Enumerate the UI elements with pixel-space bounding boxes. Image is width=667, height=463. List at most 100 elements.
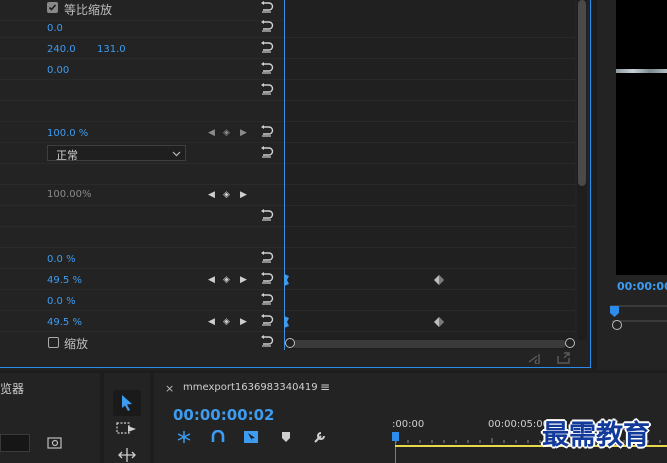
reset-icon[interactable] bbox=[259, 250, 275, 264]
wrench-icon[interactable] bbox=[312, 429, 328, 445]
keyframe-diamond[interactable] bbox=[434, 275, 444, 285]
row-empty-2 bbox=[0, 164, 284, 185]
program-zoom-handle[interactable] bbox=[612, 320, 622, 330]
crop-left-value[interactable]: 0.0 % bbox=[47, 254, 76, 266]
sequence-timecode[interactable]: 00:00:00:02 bbox=[173, 406, 275, 424]
crop-top-value[interactable]: 49.5 % bbox=[47, 275, 82, 287]
export-icon[interactable] bbox=[556, 352, 572, 364]
nest-sequence-icon[interactable] bbox=[176, 430, 192, 444]
position-x-value[interactable]: 240.0 bbox=[47, 44, 76, 56]
horizontal-zoom-bar[interactable] bbox=[292, 340, 566, 348]
panel-menu-icon[interactable]: ≡ bbox=[320, 380, 330, 394]
reset-icon[interactable] bbox=[259, 208, 275, 222]
reset-icon[interactable] bbox=[259, 292, 275, 306]
uniform-scale-label: 等比缩放 bbox=[64, 3, 113, 17]
scale-checkbox[interactable] bbox=[48, 337, 59, 348]
vertical-scrollbar-thumb[interactable] bbox=[578, 0, 586, 186]
search-folder-icon[interactable] bbox=[47, 436, 63, 450]
keyframe-diamond[interactable] bbox=[434, 317, 444, 327]
keyframe-start-marker[interactable] bbox=[284, 316, 290, 328]
timeline-row bbox=[285, 80, 575, 101]
project-search-input[interactable] bbox=[0, 434, 30, 452]
prev-keyframe-icon[interactable]: ◀ bbox=[208, 190, 215, 200]
zoom-handle-right[interactable] bbox=[565, 338, 575, 348]
reset-icon[interactable] bbox=[259, 124, 275, 138]
timeline-row bbox=[285, 290, 575, 311]
row-crop-bottom: 49.5 % ◀ ◈ ▶ bbox=[0, 311, 284, 332]
timeline-row bbox=[285, 164, 575, 185]
program-video-frame bbox=[616, 0, 667, 275]
timeline-row bbox=[285, 269, 575, 290]
ripple-edit-tool-icon[interactable] bbox=[116, 447, 138, 463]
blend-mode-select[interactable]: 正常 bbox=[47, 145, 186, 162]
add-marker-icon[interactable] bbox=[280, 430, 292, 444]
watermark-logo: 最需教育 bbox=[542, 420, 650, 451]
row-opacity: 100.0 % ◀ ◈ ▶ bbox=[0, 122, 284, 143]
audio-icon[interactable] bbox=[528, 352, 544, 364]
row-rotation: 0.00 bbox=[0, 59, 284, 80]
blend-mode-value: 正常 bbox=[56, 149, 78, 162]
reset-icon[interactable] bbox=[259, 40, 275, 54]
position-y-value[interactable]: 131.0 bbox=[97, 44, 126, 56]
close-tab-icon[interactable]: × bbox=[165, 382, 174, 395]
video-strip bbox=[616, 69, 667, 73]
anchor-x-value[interactable]: 0.0 bbox=[47, 23, 63, 35]
reset-icon[interactable] bbox=[259, 271, 275, 285]
row-empty-1 bbox=[0, 80, 284, 101]
next-keyframe-icon[interactable]: ▶ bbox=[240, 190, 247, 200]
row-crop-top: 49.5 % ◀ ◈ ▶ bbox=[0, 269, 284, 290]
next-keyframe-icon[interactable]: ▶ bbox=[240, 317, 247, 327]
timeline-row bbox=[285, 227, 575, 248]
track-select-tool-icon[interactable] bbox=[116, 421, 138, 437]
keyframe-start-marker[interactable] bbox=[284, 274, 290, 286]
program-timecode[interactable]: 00:00:00 bbox=[617, 280, 667, 293]
row-empty-3 bbox=[0, 206, 284, 227]
row-speed: 100.00% ◀ ◈ ▶ bbox=[0, 185, 284, 206]
row-section-opacity bbox=[0, 101, 284, 122]
prev-keyframe-icon[interactable]: ◀ bbox=[208, 128, 215, 138]
next-keyframe-icon[interactable]: ▶ bbox=[240, 275, 247, 285]
add-keyframe-icon[interactable]: ◈ bbox=[223, 128, 230, 138]
selection-tool-icon[interactable] bbox=[118, 393, 136, 413]
row-section-crop bbox=[0, 227, 284, 248]
reset-icon[interactable] bbox=[259, 313, 275, 327]
next-keyframe-icon[interactable]: ▶ bbox=[240, 128, 247, 138]
add-keyframe-icon[interactable]: ◈ bbox=[223, 275, 230, 285]
rotation-value[interactable]: 0.00 bbox=[47, 65, 69, 77]
chevron-down-icon bbox=[172, 151, 181, 157]
row-scale: 缩放 bbox=[0, 332, 284, 353]
project-panel-title[interactable]: 览器 bbox=[0, 380, 24, 397]
reset-icon[interactable] bbox=[259, 61, 275, 75]
timeline-row bbox=[285, 206, 575, 227]
crop-right-value[interactable]: 0.0 % bbox=[47, 296, 76, 308]
prev-keyframe-icon[interactable]: ◀ bbox=[208, 317, 215, 327]
row-position: 240.0 131.0 bbox=[0, 38, 284, 59]
reset-icon[interactable] bbox=[259, 145, 275, 159]
reset-icon[interactable] bbox=[259, 19, 275, 33]
timeline-row bbox=[285, 17, 575, 38]
opacity-value[interactable]: 100.0 % bbox=[47, 128, 88, 140]
sequence-tab-name[interactable]: mmexport1636983340419 bbox=[183, 382, 318, 393]
timeline-row bbox=[285, 38, 575, 59]
program-playhead-icon[interactable] bbox=[610, 306, 619, 317]
reset-icon[interactable] bbox=[259, 82, 275, 96]
linked-selection-icon[interactable] bbox=[243, 430, 259, 444]
checkmark-icon bbox=[48, 4, 57, 11]
snap-magnet-icon[interactable] bbox=[210, 430, 226, 444]
add-keyframe-icon[interactable]: ◈ bbox=[223, 317, 230, 327]
crop-bottom-value[interactable]: 49.5 % bbox=[47, 317, 82, 329]
speed-value[interactable]: 100.00% bbox=[47, 189, 92, 201]
scale-label: 缩放 bbox=[64, 337, 89, 351]
reset-icon[interactable] bbox=[259, 0, 275, 14]
row-crop-left: 0.0 % bbox=[0, 248, 284, 269]
zoom-handle-left[interactable] bbox=[285, 338, 295, 348]
uniform-scale-checkbox[interactable] bbox=[47, 2, 58, 13]
panel-divider bbox=[284, 0, 285, 350]
add-keyframe-icon[interactable]: ◈ bbox=[223, 190, 230, 200]
timeline-playhead[interactable] bbox=[392, 432, 399, 441]
timeline-row bbox=[285, 248, 575, 269]
reset-icon[interactable] bbox=[259, 334, 275, 348]
timeline-row bbox=[285, 143, 575, 164]
prev-keyframe-icon[interactable]: ◀ bbox=[208, 275, 215, 285]
row-anchor: 0.0 bbox=[0, 17, 284, 38]
